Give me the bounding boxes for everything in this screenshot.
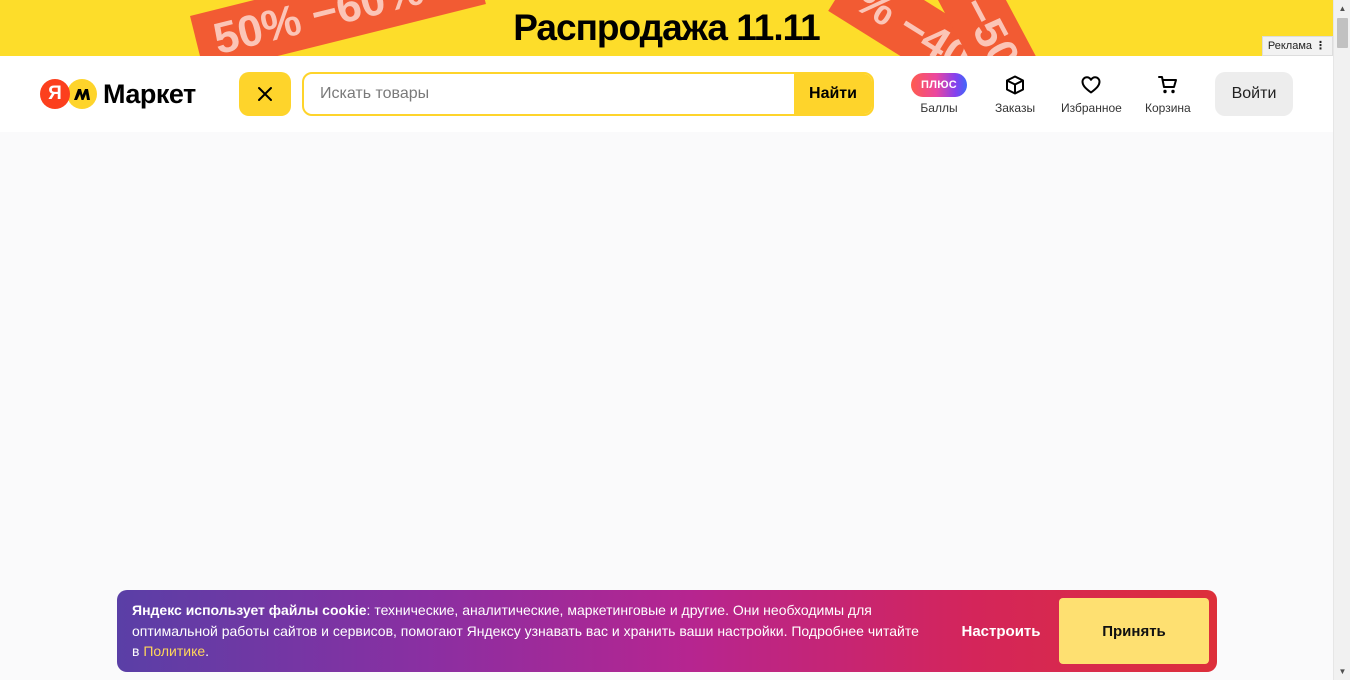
scroll-down-arrow-icon[interactable]: ▼ <box>1334 663 1350 680</box>
cookie-accept-button[interactable]: Принять <box>1059 598 1209 664</box>
market-logo-icon <box>67 79 97 109</box>
heart-icon <box>1081 76 1101 94</box>
ad-title: Распродажа 11.11 <box>513 7 821 48</box>
login-button[interactable]: Войти <box>1215 72 1293 116</box>
nav-orders-label: Заказы <box>995 101 1036 115</box>
cookie-settings-button[interactable]: Настроить <box>943 598 1059 664</box>
search-button[interactable]: Найти <box>794 74 872 114</box>
search-input[interactable] <box>304 74 794 114</box>
close-icon <box>258 87 272 101</box>
cart-icon <box>1157 76 1177 94</box>
cookie-text-bold: Яндекс использует файлы cookie <box>132 602 367 618</box>
scroll-up-arrow-icon[interactable]: ▲ <box>1334 0 1350 17</box>
catalog-button[interactable] <box>239 72 291 116</box>
nav-favorites[interactable]: Избранное <box>1061 72 1122 115</box>
ad-banner[interactable]: 50% −60% % −40% −50 Распродажа 11.11 Рек… <box>0 0 1333 56</box>
logo-text: Маркет <box>103 79 196 109</box>
plus-badge: ПЛЮС <box>911 73 967 97</box>
scroll-thumb[interactable] <box>1337 18 1348 48</box>
policy-link[interactable]: Политике <box>143 643 205 659</box>
nav-points-label: Баллы <box>920 101 958 115</box>
box-icon <box>1006 75 1025 95</box>
market-logo[interactable]: Я Маркет <box>40 78 196 110</box>
nav-orders[interactable]: Заказы <box>995 72 1035 115</box>
kebab-menu-icon[interactable]: ⋮ <box>1315 37 1326 55</box>
search-bar: Найти <box>302 72 874 116</box>
ad-label-text: Реклама <box>1267 40 1312 52</box>
yandex-logo-icon: Я <box>40 79 70 109</box>
nav-cart[interactable]: Корзина <box>1145 72 1191 115</box>
nav-favorites-label: Избранное <box>1061 101 1122 115</box>
cookie-text-end: . <box>205 643 210 659</box>
nav-cart-label: Корзина <box>1145 101 1191 115</box>
site-header: Я Маркет Найти ПЛЮС Баллы Заказы <box>0 56 1333 132</box>
page-scrollbar[interactable]: ▲ ▼ <box>1333 0 1350 680</box>
cookie-text: Яндекс использует файлы cookie: техничес… <box>132 600 922 662</box>
cookie-banner: Яндекс использует файлы cookie: техничес… <box>117 590 1217 672</box>
nav-points[interactable]: ПЛЮС Баллы <box>911 72 967 115</box>
ad-label[interactable]: Реклама ⋮ <box>1261 36 1333 56</box>
